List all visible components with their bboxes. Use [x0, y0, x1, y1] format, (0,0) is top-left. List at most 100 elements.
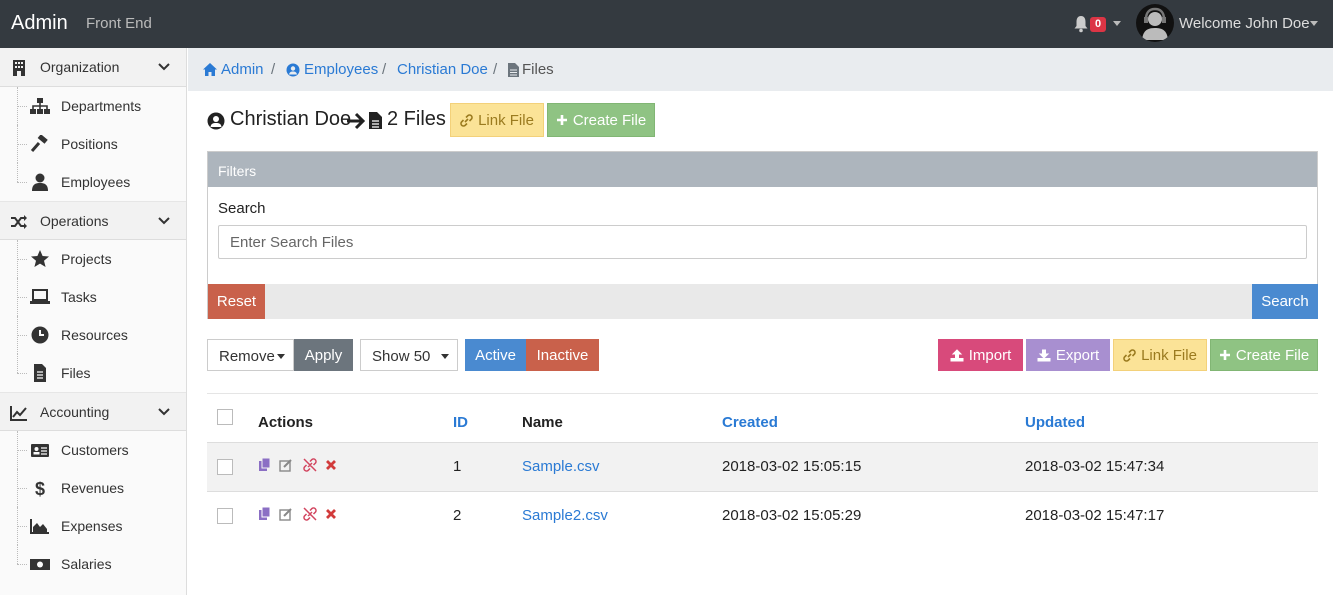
user-circle-icon — [286, 63, 300, 77]
plus-icon — [1219, 350, 1230, 360]
sidebar: Organization Departments Positions Emplo… — [0, 48, 187, 595]
row-updated: 2018-03-02 15:47:34 — [1025, 458, 1165, 475]
table-row: 2 Sample2.csv 2018-03-02 15:05:29 2018-0… — [207, 491, 1318, 540]
sidebar-item-positions[interactable]: Positions — [0, 125, 186, 163]
copy-icon[interactable] — [258, 458, 272, 472]
edit-icon[interactable] — [279, 507, 293, 521]
reset-button[interactable]: Reset — [208, 284, 265, 319]
filters-footer: Reset Search — [208, 284, 1318, 319]
search-button[interactable]: Search — [1252, 284, 1318, 319]
sidebar-item-label: Positions — [61, 136, 118, 152]
sidebar-item-projects[interactable]: Projects — [0, 240, 186, 278]
page-size-select[interactable]: Show 50 — [360, 339, 458, 371]
sidebar-item-salaries[interactable]: Salaries — [0, 545, 186, 583]
notifications-caret-icon[interactable] — [1113, 21, 1121, 26]
breadcrumb-separator: / — [382, 61, 387, 78]
row-name-link[interactable]: Sample2.csv — [522, 507, 608, 524]
sidebar-item-employees[interactable]: Employees — [0, 163, 186, 201]
toolbar-link-file-button[interactable]: Link File — [1113, 339, 1207, 371]
inactive-filter-button[interactable]: Inactive — [526, 339, 599, 371]
delete-icon[interactable] — [325, 508, 337, 520]
link-file-button[interactable]: Link File — [450, 103, 544, 137]
upload-icon — [950, 348, 964, 361]
sitemap-icon — [30, 98, 50, 114]
area-chart-icon — [30, 519, 49, 534]
arrow-right-icon — [347, 112, 366, 130]
page-title-person: Christian Doe — [230, 108, 352, 130]
row-id: 2 — [453, 507, 462, 524]
sidebar-item-resources[interactable]: Resources — [0, 316, 186, 354]
sidebar-item-customers[interactable]: Customers — [0, 431, 186, 469]
select-all-checkbox[interactable] — [217, 409, 233, 425]
row-checkbox[interactable] — [217, 459, 233, 475]
sidebar-item-tasks[interactable]: Tasks — [0, 278, 186, 316]
sidebar-item-files[interactable]: Files — [0, 354, 186, 392]
brand-link[interactable]: Admin — [11, 12, 68, 35]
copy-icon[interactable] — [258, 507, 272, 521]
column-header-actions: Actions — [258, 414, 314, 431]
active-filter-button[interactable]: Active — [465, 339, 526, 371]
sidebar-section-accounting[interactable]: Accounting — [0, 392, 186, 431]
sidebar-item-label: Customers — [61, 442, 129, 458]
bulk-action-value: Remove — [219, 348, 275, 365]
search-input[interactable] — [218, 225, 1307, 259]
create-file-label: Create File — [1235, 346, 1310, 364]
delete-icon[interactable] — [325, 459, 337, 471]
breadcrumb-separator: / — [493, 61, 498, 78]
link-file-label: Link File — [1141, 346, 1197, 364]
sidebar-item-departments[interactable]: Departments — [0, 87, 186, 125]
create-file-button[interactable]: Create File — [547, 103, 655, 137]
chevron-down-icon[interactable] — [157, 405, 171, 419]
dollar-icon: $ — [35, 479, 45, 497]
sidebar-item-label: Salaries — [61, 556, 112, 572]
row-created: 2018-03-02 15:05:29 — [722, 507, 862, 524]
import-label: Import — [968, 346, 1012, 364]
row-checkbox[interactable] — [217, 508, 233, 524]
import-button[interactable]: Import — [938, 339, 1023, 371]
edit-icon[interactable] — [279, 458, 293, 472]
svg-text:$: $ — [35, 479, 45, 497]
row-name-link[interactable]: Sample.csv — [522, 458, 600, 475]
breadcrumb-person-link[interactable]: Christian Doe — [397, 61, 488, 78]
user-menu-label[interactable]: Welcome John Doe — [1179, 15, 1310, 32]
breadcrumb-employees-link[interactable]: Employees — [304, 61, 378, 78]
column-header-created[interactable]: Created — [722, 414, 778, 431]
sidebar-item-expenses[interactable]: Expenses — [0, 507, 186, 545]
front-end-link[interactable]: Front End — [86, 15, 152, 32]
sidebar-item-label: Employees — [61, 174, 131, 190]
chevron-down-icon[interactable] — [157, 214, 171, 228]
toolbar-create-file-button[interactable]: Create File — [1210, 339, 1318, 371]
top-navbar: Admin Front End 0 Welcome John Doe — [0, 0, 1333, 48]
create-file-label: Create File — [572, 111, 647, 129]
chevron-down-icon[interactable] — [157, 60, 171, 74]
bell-icon[interactable] — [1073, 15, 1089, 33]
money-icon — [30, 559, 50, 570]
avatar[interactable] — [1136, 4, 1174, 42]
sidebar-section-label: Accounting — [40, 404, 110, 420]
page-size-value: Show 50 — [372, 348, 431, 365]
sidebar-item-revenues[interactable]: $ Revenues — [0, 469, 186, 507]
user-menu-caret-icon[interactable] — [1310, 21, 1318, 26]
sidebar-item-label: Tasks — [61, 289, 97, 305]
link-file-label: Link File — [478, 111, 534, 129]
unlink-icon[interactable] — [303, 507, 317, 521]
building-icon — [13, 60, 25, 76]
breadcrumb-admin-link[interactable]: Admin — [221, 61, 264, 78]
caret-down-icon — [277, 354, 285, 359]
home-icon — [203, 63, 217, 76]
column-header-updated[interactable]: Updated — [1025, 414, 1085, 431]
unlink-icon[interactable] — [303, 458, 317, 472]
sidebar-section-label: Organization — [40, 59, 120, 75]
table-row: 1 Sample.csv 2018-03-02 15:05:15 2018-03… — [207, 442, 1318, 491]
link-icon — [1123, 348, 1136, 362]
bulk-action-select[interactable]: Remove — [207, 339, 294, 371]
column-header-id[interactable]: ID — [453, 414, 468, 431]
sidebar-section-organization[interactable]: Organization — [0, 48, 186, 87]
laptop-icon — [30, 289, 50, 304]
sidebar-section-operations[interactable]: Operations — [0, 201, 186, 240]
apply-button[interactable]: Apply — [294, 339, 353, 371]
export-button[interactable]: Export — [1026, 339, 1110, 371]
download-icon — [1037, 349, 1051, 361]
file-icon — [369, 112, 382, 129]
sidebar-item-label: Files — [61, 365, 91, 381]
